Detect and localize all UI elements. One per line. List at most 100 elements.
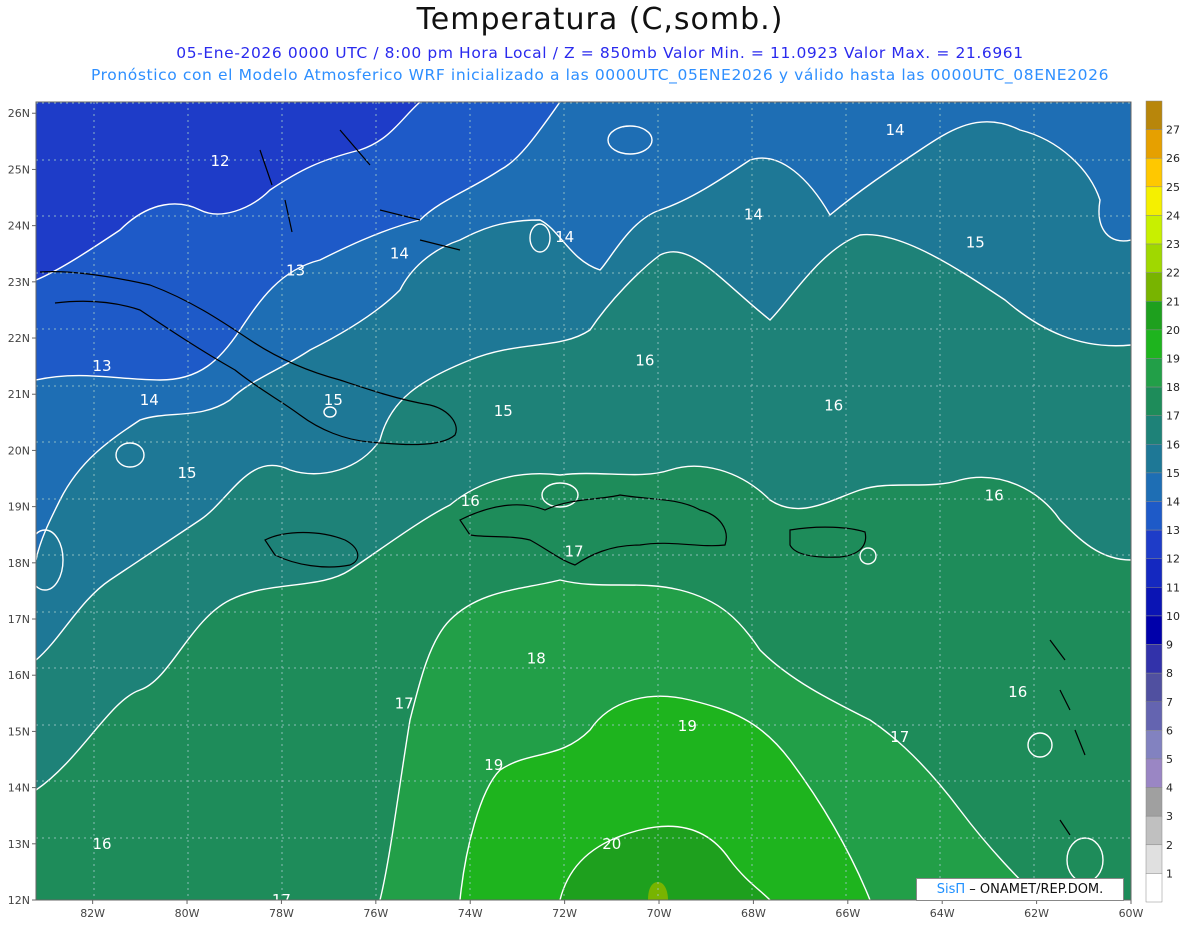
lon-tick-label: 64W: [930, 907, 955, 920]
lat-tick-label: 15N: [8, 725, 30, 738]
lon-tick-label: 68W: [741, 907, 766, 920]
lon-tick-label: 70W: [647, 907, 672, 920]
colorbar-swatch: [1145, 787, 1163, 817]
lon-tick-label: 62W: [1024, 907, 1049, 920]
lat-tick-label: 25N: [8, 163, 30, 176]
isotherm-label: 20: [602, 835, 621, 853]
colorbar-swatch: [1145, 100, 1163, 130]
lat-tick-label: 18N: [8, 557, 30, 570]
colorbar-label: 26: [1166, 152, 1180, 165]
colorbar-label: 13: [1166, 524, 1180, 537]
colorbar-label: 24: [1166, 209, 1180, 222]
colorbar-swatch: [1145, 186, 1163, 216]
isotherm-label: 13: [93, 357, 112, 375]
colorbar-swatch: [1145, 157, 1163, 188]
isotherm-label: 17: [395, 694, 414, 712]
colorbar-label: 5: [1166, 753, 1173, 766]
lon-tick-label: 66W: [835, 907, 860, 920]
lat-tick-label: 23N: [8, 276, 30, 289]
colorbar-swatch: [1145, 529, 1163, 559]
colorbar-label: 19: [1166, 352, 1180, 365]
isotherm-label: 14: [744, 205, 763, 223]
lon-tick-label: 76W: [363, 907, 388, 920]
colorbar-label: 14: [1166, 496, 1180, 509]
longitude-axis: 82W 80W 78W 76W 74W 72W 70W 68W 66W 64W 62W 60W: [80, 900, 1144, 920]
colorbar-label: 12: [1166, 553, 1180, 566]
isotherm-label: 17: [890, 728, 909, 746]
lon-tick-label: 82W: [80, 907, 105, 920]
credit-brand: SisΠ: [936, 882, 966, 897]
isotherm-label: 15: [966, 233, 985, 251]
colorbar-label: 8: [1166, 667, 1173, 680]
lat-tick-label: 21N: [8, 388, 30, 401]
lat-tick-label: 26N: [8, 107, 30, 120]
colorbar-swatch: [1145, 272, 1163, 302]
isotherm-label: 17: [565, 543, 584, 561]
lat-tick-label: 24N: [8, 220, 30, 233]
colorbar-swatch: [1145, 730, 1163, 760]
colorbar-swatch: [1145, 358, 1163, 388]
colorbar-swatch: [1145, 501, 1163, 531]
isotherm-label: 12: [211, 152, 230, 170]
isotherm-label: 15: [324, 391, 343, 409]
colorbar-label: 2: [1166, 839, 1173, 852]
colorbar-swatch: [1145, 386, 1163, 416]
latitude-axis: 26N 25N 24N 23N 22N 21N 20N 19N 18N 17N 16N 15N 14N 1…: [8, 107, 36, 907]
colorbar-swatch: [1145, 243, 1163, 273]
isotherm-label: 14: [885, 121, 904, 139]
lon-tick-label: 60W: [1119, 907, 1144, 920]
isotherm-label: 18: [527, 649, 546, 667]
colorbar-swatch: [1145, 644, 1163, 674]
isotherm-label: 19: [678, 717, 697, 735]
colorbar-swatch: [1145, 587, 1163, 617]
lat-tick-label: 22N: [8, 332, 30, 345]
colorbar-label: 16: [1166, 438, 1180, 451]
colorbar-label: 20: [1166, 324, 1180, 337]
colorbar-label: 15: [1166, 467, 1180, 480]
colorbar-swatch: [1145, 672, 1163, 703]
colorbar-label: 11: [1166, 581, 1180, 594]
lat-tick-label: 20N: [8, 444, 30, 457]
lon-tick-label: 78W: [269, 907, 294, 920]
colorbar-swatch: [1145, 301, 1163, 331]
isotherm-label: 15: [177, 464, 196, 482]
map-plot-area: 12 13 14 14 14 14 15 13 14 15 15 15 16 16 16 16 17 18 17 19…: [36, 102, 1131, 900]
isotherm-label: 16: [461, 492, 480, 510]
isotherm-label: 19: [484, 756, 503, 774]
colorbar-label: 17: [1166, 410, 1180, 423]
colorbar-legend: 2726252423222120191817161514131211109876…: [1145, 100, 1180, 903]
lat-tick-label: 16N: [8, 669, 30, 682]
colorbar-label: 3: [1166, 810, 1173, 823]
colorbar-swatch: [1145, 129, 1163, 159]
colorbar-swatch: [1145, 844, 1163, 874]
isotherm-label: 16: [985, 486, 1004, 504]
lat-tick-label: 13N: [8, 838, 30, 851]
colorbar-label: 22: [1166, 267, 1180, 280]
colorbar-label: 27: [1166, 124, 1180, 137]
lat-tick-label: 17N: [8, 613, 30, 626]
isotherm-label: 13: [286, 262, 305, 280]
colorbar-label: 7: [1166, 696, 1173, 709]
isotherm-label: 14: [140, 391, 159, 409]
lon-tick-label: 80W: [175, 907, 200, 920]
colorbar-label: 21: [1166, 295, 1180, 308]
lon-tick-label: 72W: [552, 907, 577, 920]
colorbar-swatch: [1145, 758, 1163, 788]
colorbar-swatch: [1145, 415, 1163, 445]
isotherm-label: 15: [494, 402, 513, 420]
isotherm-label: 16: [93, 835, 112, 853]
colorbar-label: 25: [1166, 181, 1180, 194]
colorbar-label: 9: [1166, 639, 1173, 652]
colorbar-swatch: [1145, 444, 1163, 474]
colorbar-swatch: [1145, 615, 1163, 645]
isotherm-label: 16: [824, 396, 843, 414]
lon-tick-label: 74W: [458, 907, 483, 920]
credit-text: – ONAMET/REP.DOM.: [969, 882, 1104, 897]
temperature-map: 121314141414151314 151515161616 1617181719…: [8, 100, 1180, 920]
colorbar-label: 10: [1166, 610, 1180, 623]
colorbar-swatch: [1145, 329, 1163, 359]
isotherm-label: 16: [1008, 683, 1027, 701]
colorbar-label: 6: [1166, 724, 1173, 737]
colorbar-label: 18: [1166, 381, 1180, 394]
colorbar-label: 1: [1166, 867, 1173, 880]
